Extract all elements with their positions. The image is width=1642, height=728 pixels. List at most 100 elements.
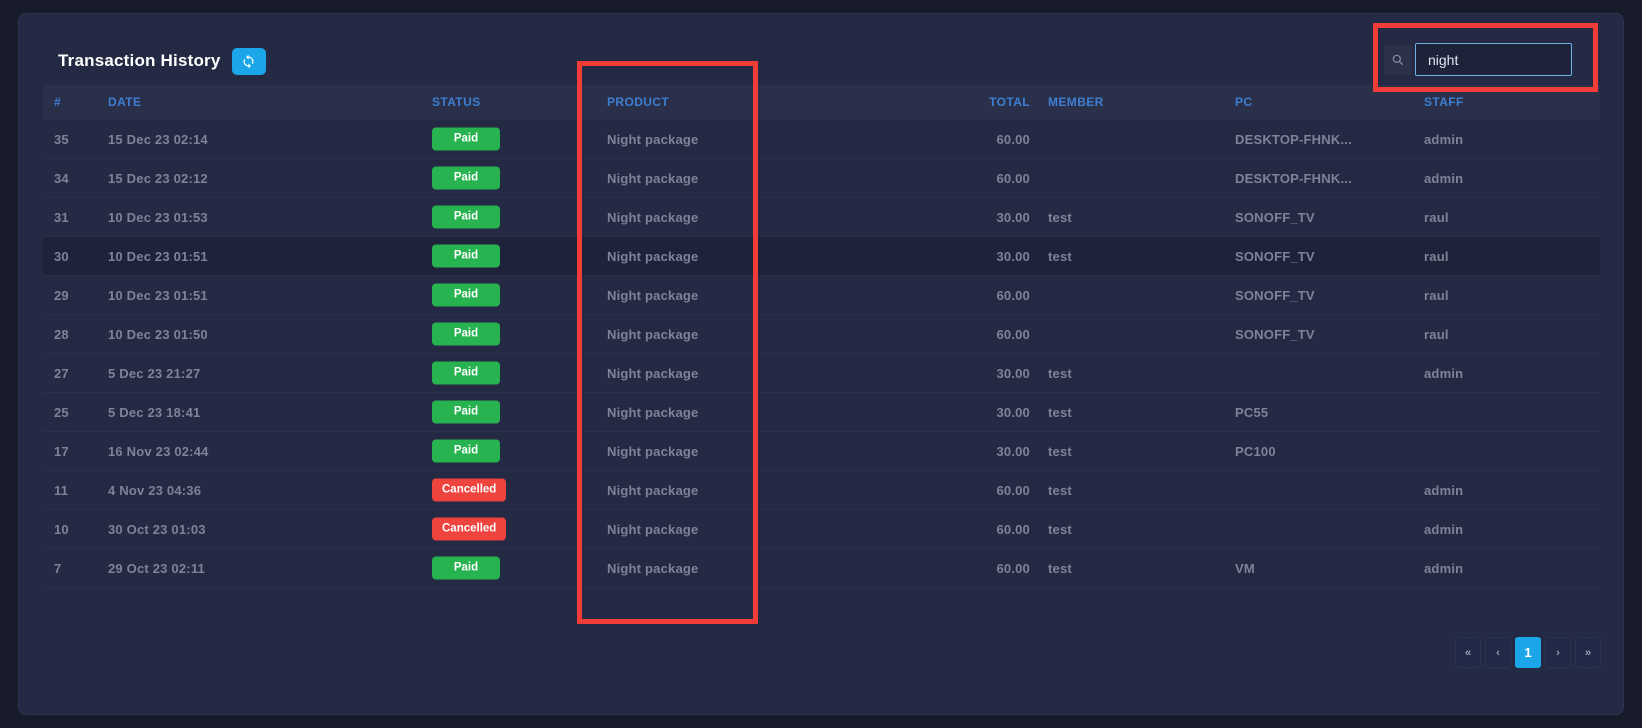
- cell-pc: VM: [1235, 549, 1255, 588]
- cell-id: 28: [54, 315, 69, 354]
- cell-staff: raul: [1424, 198, 1449, 237]
- cell-member: test: [1048, 549, 1072, 588]
- status-badge: Paid: [432, 362, 500, 385]
- cell-pc: DESKTOP-FHNK...: [1235, 120, 1352, 159]
- cell-product: Night package: [607, 354, 698, 393]
- cell-member: test: [1048, 237, 1072, 276]
- status-badge: Paid: [432, 323, 500, 346]
- table-header-row: # DATE STATUS PRODUCT TOTAL MEMBER PC ST…: [43, 85, 1600, 120]
- cell-pc: PC100: [1235, 432, 1276, 471]
- table-row[interactable]: 25 5 Dec 23 18:41 Paid Night package 30.…: [43, 393, 1600, 432]
- cell-product: Night package: [607, 120, 698, 159]
- cell-member: test: [1048, 393, 1072, 432]
- cell-date: 16 Nov 23 02:44: [108, 432, 209, 471]
- table-row[interactable]: 17 16 Nov 23 02:44 Paid Night package 30…: [43, 432, 1600, 471]
- cell-id: 34: [54, 159, 69, 198]
- pagination-next-button[interactable]: ›: [1545, 637, 1571, 668]
- cell-member: test: [1048, 432, 1072, 471]
- table-row[interactable]: 11 4 Nov 23 04:36 Cancelled Night packag…: [43, 471, 1600, 510]
- cell-date: 4 Nov 23 04:36: [108, 471, 201, 510]
- search-addon-button[interactable]: [1384, 45, 1412, 75]
- table-row[interactable]: 7 29 Oct 23 02:11 Paid Night package 60.…: [43, 549, 1600, 588]
- column-header-product[interactable]: PRODUCT: [607, 85, 669, 120]
- cell-id: 27: [54, 354, 69, 393]
- cell-member: test: [1048, 198, 1072, 237]
- cell-total: 60.00: [950, 471, 1030, 510]
- cell-product: Night package: [607, 237, 698, 276]
- search-input[interactable]: [1415, 43, 1572, 76]
- cell-member: test: [1048, 510, 1072, 549]
- cell-total: 30.00: [950, 237, 1030, 276]
- cell-total: 60.00: [950, 510, 1030, 549]
- cell-total: 30.00: [950, 432, 1030, 471]
- cell-pc: PC55: [1235, 393, 1268, 432]
- table-row[interactable]: 28 10 Dec 23 01:50 Paid Night package 60…: [43, 315, 1600, 354]
- pagination-page-1-button[interactable]: 1: [1515, 637, 1541, 668]
- cell-date: 5 Dec 23 18:41: [108, 393, 200, 432]
- cell-date: 15 Dec 23 02:12: [108, 159, 208, 198]
- status-badge: Paid: [432, 167, 500, 190]
- column-header-date[interactable]: DATE: [108, 85, 141, 120]
- status-badge: Cancelled: [432, 518, 506, 541]
- table-body: 35 15 Dec 23 02:14 Paid Night package 60…: [43, 120, 1600, 588]
- cell-product: Night package: [607, 315, 698, 354]
- cell-pc: SONOFF_TV: [1235, 198, 1315, 237]
- cell-date: 30 Oct 23 01:03: [108, 510, 206, 549]
- column-header-pc[interactable]: PC: [1235, 85, 1252, 120]
- cell-member: test: [1048, 471, 1072, 510]
- transaction-history-page: Transaction History # DATE STATUS PRODUC…: [0, 0, 1642, 728]
- status-badge: Paid: [432, 245, 500, 268]
- column-header-total[interactable]: TOTAL: [950, 85, 1030, 120]
- cell-date: 10 Dec 23 01:51: [108, 276, 208, 315]
- table-row[interactable]: 31 10 Dec 23 01:53 Paid Night package 30…: [43, 198, 1600, 237]
- status-badge: Paid: [432, 128, 500, 151]
- cell-id: 11: [54, 471, 68, 510]
- cell-staff: admin: [1424, 549, 1463, 588]
- column-header-id[interactable]: #: [54, 85, 61, 120]
- cell-product: Night package: [607, 432, 698, 471]
- table-row[interactable]: 27 5 Dec 23 21:27 Paid Night package 30.…: [43, 354, 1600, 393]
- cell-pc: DESKTOP-FHNK...: [1235, 159, 1352, 198]
- cell-date: 10 Dec 23 01:53: [108, 198, 208, 237]
- table-row[interactable]: 30 10 Dec 23 01:51 Paid Night package 30…: [43, 237, 1600, 276]
- cell-total: 60.00: [950, 315, 1030, 354]
- cell-staff: admin: [1424, 159, 1463, 198]
- cell-id: 17: [54, 432, 69, 471]
- refresh-button[interactable]: [232, 48, 266, 75]
- cell-product: Night package: [607, 510, 698, 549]
- cell-total: 30.00: [950, 354, 1030, 393]
- pagination-last-button[interactable]: »: [1575, 637, 1601, 668]
- cell-pc: SONOFF_TV: [1235, 237, 1315, 276]
- cell-staff: admin: [1424, 120, 1463, 159]
- page-title: Transaction History: [58, 51, 221, 71]
- cell-product: Night package: [607, 549, 698, 588]
- cell-product: Night package: [607, 198, 698, 237]
- cell-total: 60.00: [950, 549, 1030, 588]
- table-row[interactable]: 35 15 Dec 23 02:14 Paid Night package 60…: [43, 120, 1600, 159]
- status-badge: Paid: [432, 401, 500, 424]
- pagination-first-button[interactable]: «: [1455, 637, 1481, 668]
- cell-staff: admin: [1424, 354, 1463, 393]
- cell-member: test: [1048, 354, 1072, 393]
- status-badge: Paid: [432, 440, 500, 463]
- cell-total: 60.00: [950, 120, 1030, 159]
- cell-id: 31: [54, 198, 69, 237]
- table-row[interactable]: 10 30 Oct 23 01:03 Cancelled Night packa…: [43, 510, 1600, 549]
- cell-product: Night package: [607, 393, 698, 432]
- cell-id: 29: [54, 276, 69, 315]
- cell-pc: SONOFF_TV: [1235, 276, 1315, 315]
- cell-date: 29 Oct 23 02:11: [108, 549, 205, 588]
- column-header-status[interactable]: STATUS: [432, 85, 481, 120]
- cell-id: 10: [54, 510, 69, 549]
- table-row[interactable]: 29 10 Dec 23 01:51 Paid Night package 60…: [43, 276, 1600, 315]
- title-bar: Transaction History: [58, 46, 266, 76]
- column-header-staff[interactable]: STAFF: [1424, 85, 1464, 120]
- column-header-member[interactable]: MEMBER: [1048, 85, 1104, 120]
- cell-total: 30.00: [950, 198, 1030, 237]
- pagination-prev-button[interactable]: ‹: [1485, 637, 1511, 668]
- cell-product: Night package: [607, 276, 698, 315]
- cell-staff: admin: [1424, 471, 1463, 510]
- cell-id: 35: [54, 120, 69, 159]
- pagination: « ‹ 1 › »: [1455, 637, 1601, 668]
- table-row[interactable]: 34 15 Dec 23 02:12 Paid Night package 60…: [43, 159, 1600, 198]
